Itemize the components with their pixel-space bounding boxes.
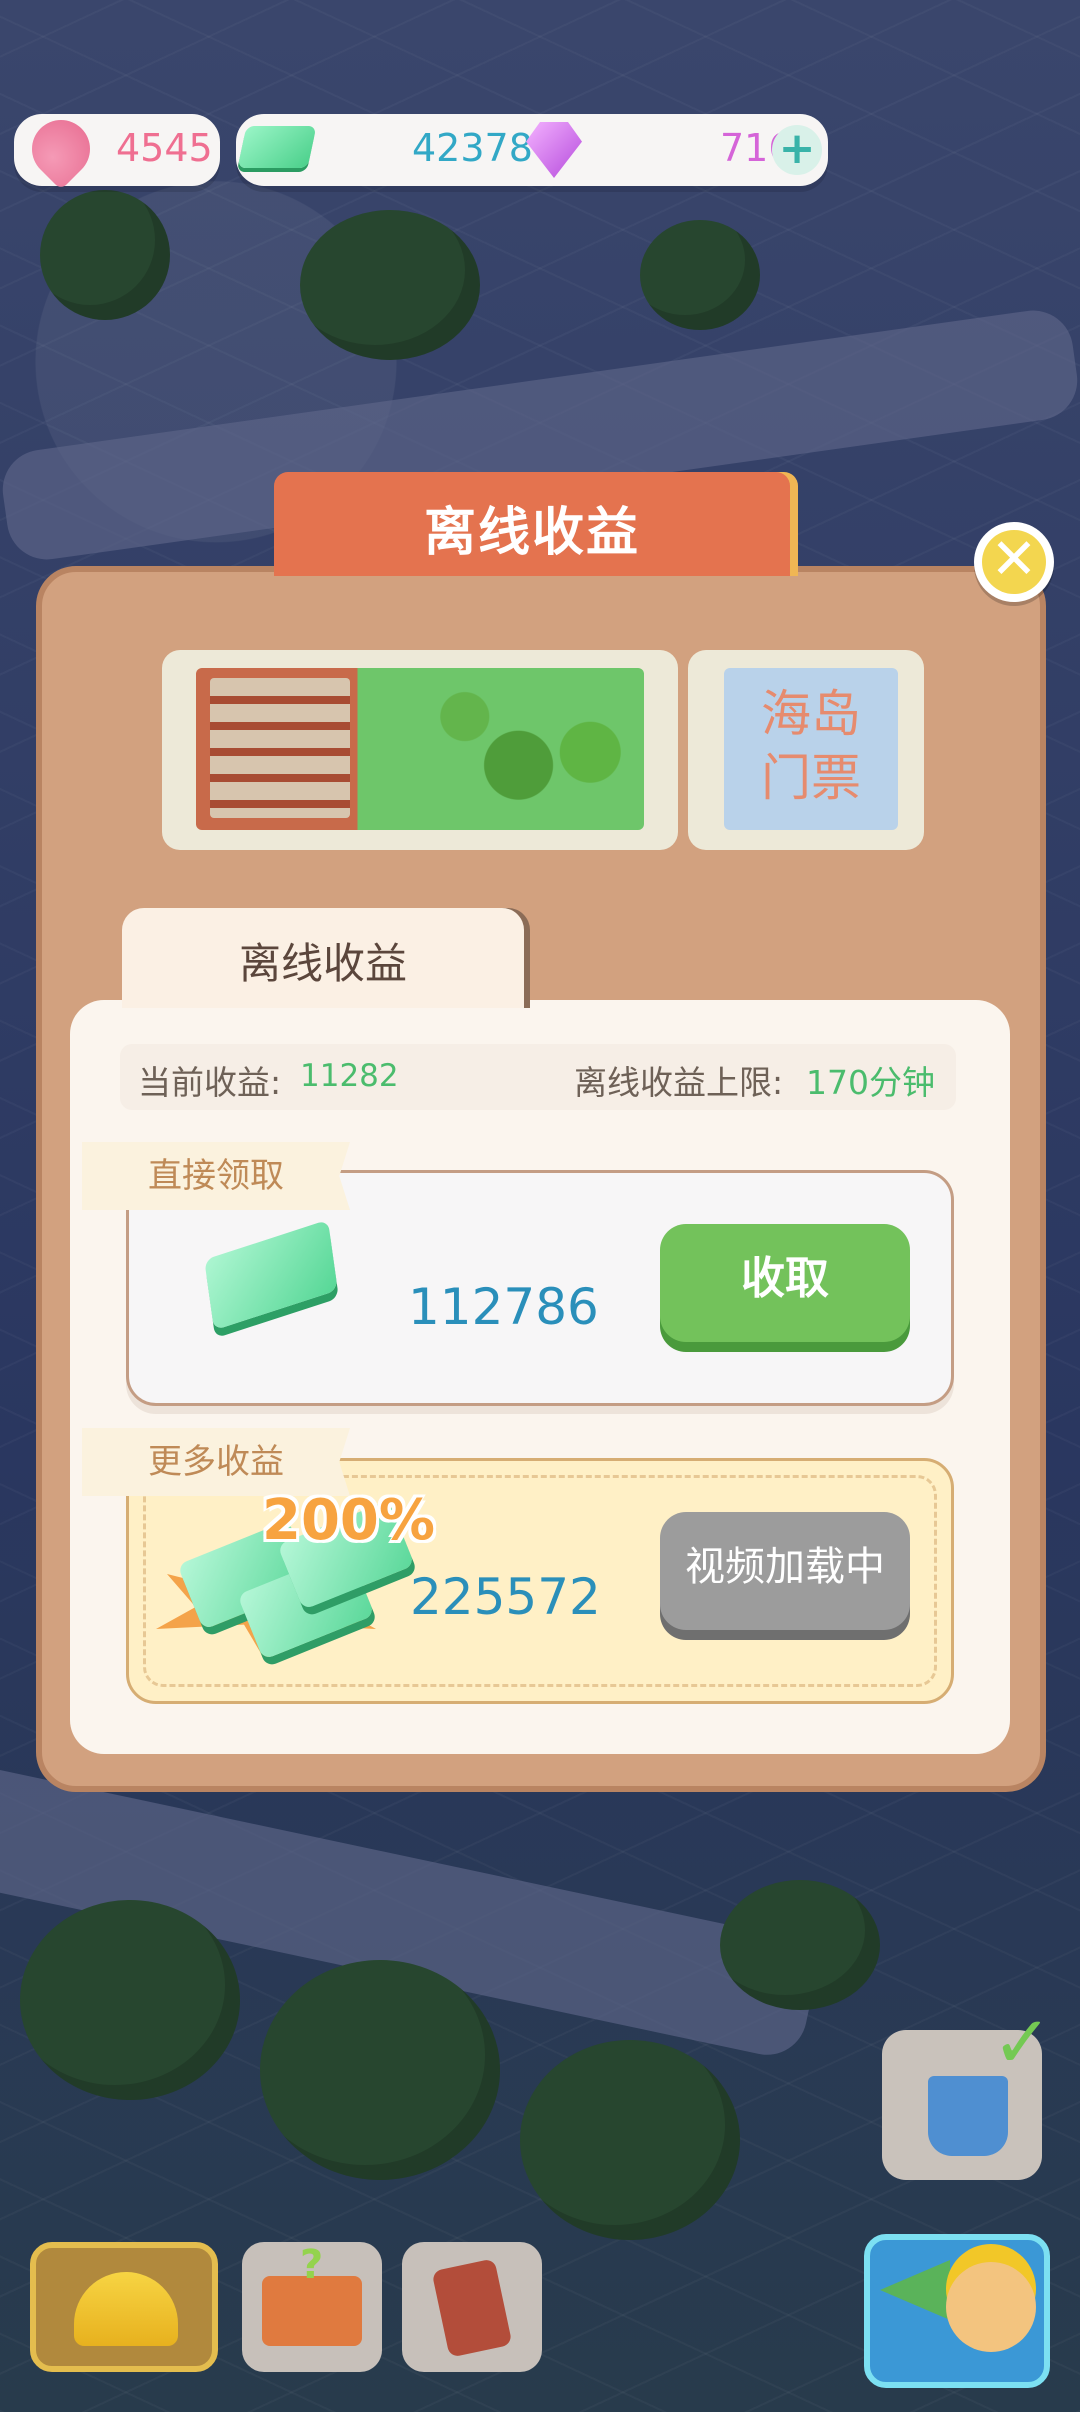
hard-hat-icon: [74, 2272, 178, 2346]
map-tree: [720, 1880, 880, 2010]
close-button[interactable]: ✕: [974, 522, 1054, 602]
map-tree: [520, 2040, 740, 2240]
dialog-title-tab: 离线收益: [274, 472, 790, 576]
clipboard-icon: [431, 2258, 513, 2358]
pagoda-image: [210, 678, 350, 818]
map-tree: [640, 220, 760, 330]
multiplier-badge: 200%: [262, 1488, 436, 1553]
map-tree: [20, 1900, 240, 2100]
more-income-label: 更多收益: [82, 1428, 350, 1496]
current-income-label: 当前收益:: [138, 1063, 282, 1102]
cash-count: 42378: [412, 126, 533, 170]
direct-collect-label: 直接领取: [82, 1142, 350, 1210]
island-scene-image: [196, 668, 644, 830]
island-ticket: 海岛 门票: [162, 650, 924, 850]
toolbox-button[interactable]: ?: [242, 2242, 382, 2372]
offline-limit-value: 170分钟: [806, 1063, 935, 1102]
ticket-main: [162, 650, 678, 850]
more-amount: 225572: [410, 1568, 601, 1626]
bucket-icon: [928, 2076, 1008, 2156]
ticket-stub-text: 海岛 门票: [724, 668, 898, 830]
direct-amount: 112786: [408, 1278, 599, 1336]
tasks-button[interactable]: [402, 2242, 542, 2372]
add-gems-button[interactable]: +: [772, 125, 822, 175]
checkmark-icon: ✓: [992, 2000, 1053, 2084]
gem-icon: [526, 122, 582, 178]
tab-label: 离线收益: [238, 939, 407, 988]
close-icon: ✕: [982, 530, 1046, 594]
current-income-value: 11282: [300, 1058, 399, 1094]
shell-counter: 4545: [14, 107, 220, 191]
tab-offline-income: 离线收益: [122, 908, 524, 1008]
megaphone-icon: [880, 2260, 950, 2320]
question-mark-icon: ?: [300, 2242, 324, 2288]
character-avatar: [946, 2262, 1036, 2352]
dialog-title: 离线收益: [423, 503, 640, 563]
shell-icon: [19, 107, 103, 191]
ticket-stub: 海岛 门票: [688, 650, 924, 850]
currency-bar: 42378 716 +: [236, 114, 828, 186]
announcer-button[interactable]: [864, 2234, 1050, 2388]
map-tree: [300, 210, 480, 360]
build-button[interactable]: [30, 2242, 218, 2372]
offline-limit-label: 离线收益上限:: [574, 1063, 784, 1102]
video-loading-button[interactable]: 视频加载中: [660, 1512, 910, 1630]
shell-count: 4545: [116, 126, 213, 170]
map-tree: [260, 1960, 500, 2180]
collect-button[interactable]: 收取: [660, 1224, 910, 1342]
cash-icon: [237, 126, 317, 168]
map-tree: [40, 190, 170, 320]
income-info-row: 当前收益: 11282 离线收益上限: 170分钟: [120, 1044, 956, 1110]
